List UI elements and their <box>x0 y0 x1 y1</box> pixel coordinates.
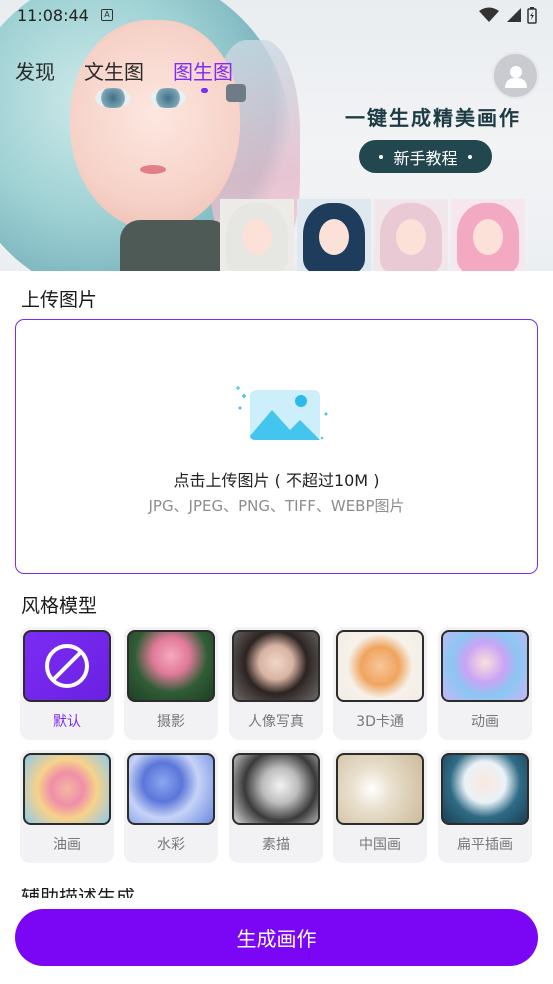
banner-thumb-2 <box>297 199 371 271</box>
system-icons <box>479 6 537 24</box>
style-thumb-portrait <box>232 630 320 702</box>
signal-icon <box>507 8 521 22</box>
tutorial-button[interactable]: 新手教程 <box>359 140 492 173</box>
dot-icon <box>379 154 384 159</box>
tab-image-to-image[interactable]: 图生图 <box>173 56 233 85</box>
status-bar: 11:08:44 A <box>0 0 553 32</box>
style-card-3d-cartoon[interactable]: 3D卡通 <box>333 627 427 740</box>
image-upload-icon <box>236 386 328 440</box>
style-label: 中国画 <box>359 837 401 853</box>
status-time: 11:08:44 <box>17 6 89 25</box>
style-card-photography[interactable]: 摄影 <box>124 627 218 740</box>
style-card-flat-illustration[interactable]: 扁平插画 <box>438 750 532 863</box>
style-thumb-chinese-painting <box>336 753 424 825</box>
upload-instructions: 点击上传图片 ( 不超过10M ) <box>173 471 380 490</box>
style-card-chinese-painting[interactable]: 中国画 <box>333 750 427 863</box>
style-thumb-sketch <box>232 753 320 825</box>
dot-icon <box>467 154 472 159</box>
style-card-default[interactable]: 默认 <box>20 627 114 740</box>
upload-area[interactable]: 点击上传图片 ( 不超过10M ) JPG、JPEG、PNG、TIFF、WEBP… <box>15 319 538 574</box>
banner-thumbnails <box>220 199 525 271</box>
style-thumb-flat-illustration <box>441 753 529 825</box>
banner-lips <box>140 165 166 174</box>
upload-section-title: 上传图片 <box>21 289 98 311</box>
style-thumb-default <box>23 630 111 702</box>
style-card-portrait[interactable]: 人像写真 <box>229 627 323 740</box>
tutorial-label: 新手教程 <box>393 148 458 168</box>
tab-text-to-image[interactable]: 文生图 <box>84 56 144 85</box>
style-label: 默认 <box>53 714 81 730</box>
style-label: 素描 <box>262 837 290 853</box>
banner-face-art <box>70 20 240 230</box>
style-label: 动画 <box>471 714 499 730</box>
tab-active-indicator <box>201 88 208 93</box>
banner-eye-right <box>150 88 186 108</box>
no-style-icon <box>45 644 89 688</box>
style-card-watercolor[interactable]: 水彩 <box>124 750 218 863</box>
battery-icon <box>527 7 537 24</box>
tab-discover[interactable]: 发现 <box>15 56 55 85</box>
style-thumb-3d-cartoon <box>336 630 424 702</box>
a-icon: A <box>101 9 113 21</box>
banner-shoulder <box>120 220 230 271</box>
style-thumb-anime <box>441 630 529 702</box>
generate-button[interactable]: 生成画作 <box>15 909 538 966</box>
banner-slogan: 一键生成精美画作 <box>345 106 521 130</box>
wifi-icon <box>479 7 499 22</box>
style-label: 3D卡通 <box>356 714 404 730</box>
style-label: 摄影 <box>157 714 185 730</box>
style-section-title: 风格模型 <box>21 595 98 617</box>
style-label: 水彩 <box>157 837 185 853</box>
banner-thumb-1 <box>220 199 294 271</box>
banner-thumb-4 <box>451 199 525 271</box>
avatar[interactable] <box>492 52 539 99</box>
user-icon <box>504 65 527 88</box>
banner-hair-clip <box>226 84 246 102</box>
style-card-sketch[interactable]: 素描 <box>229 750 323 863</box>
assist-section-title: 辅助描述生成 <box>21 888 135 898</box>
style-card-oil-painting[interactable]: 油画 <box>20 750 114 863</box>
banner-eye-left <box>95 88 131 108</box>
hero-banner[interactable]: 一键生成精美画作 新手教程 <box>0 0 553 271</box>
style-thumb-photography <box>127 630 215 702</box>
upload-formats: JPG、JPEG、PNG、TIFF、WEBP图片 <box>148 497 405 515</box>
style-thumb-watercolor <box>127 753 215 825</box>
style-card-anime[interactable]: 动画 <box>438 627 532 740</box>
style-thumb-oil-painting <box>23 753 111 825</box>
style-label: 扁平插画 <box>457 837 513 853</box>
banner-thumb-3 <box>374 199 448 271</box>
style-label: 油画 <box>53 837 81 853</box>
style-label: 人像写真 <box>248 714 304 730</box>
